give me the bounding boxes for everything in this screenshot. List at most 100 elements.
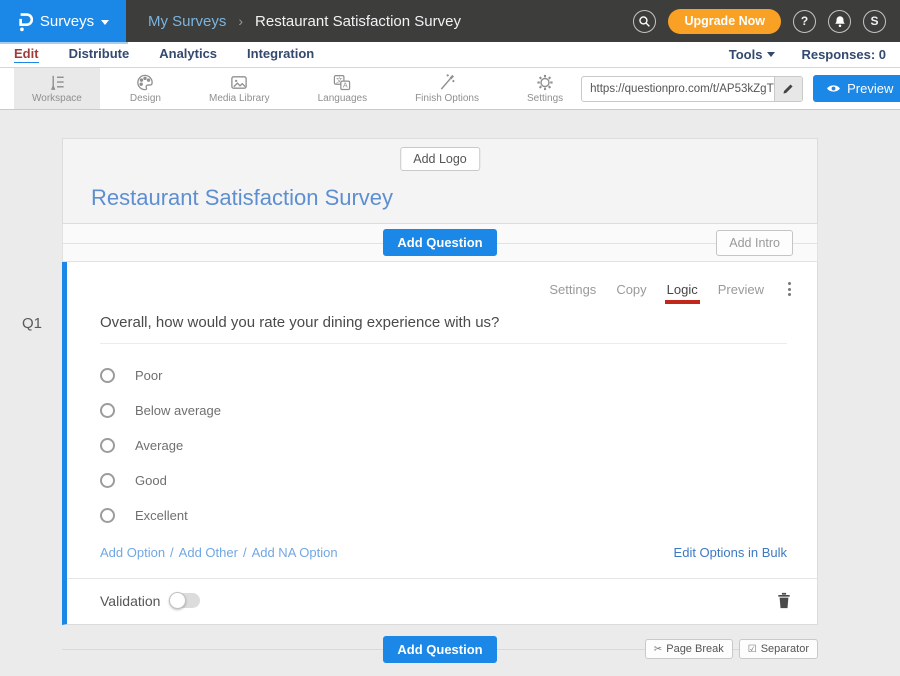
option-label[interactable]: Below average [135, 403, 221, 418]
eye-icon [826, 83, 841, 94]
toolbar-item-finish-options[interactable]: Finish Options [397, 68, 497, 109]
option-label[interactable]: Average [135, 438, 183, 453]
question-action-settings[interactable]: Settings [549, 282, 596, 297]
radio-icon[interactable] [100, 368, 115, 383]
delete-question-button[interactable] [777, 592, 791, 609]
radio-icon[interactable] [100, 508, 115, 523]
responses-count[interactable]: Responses: 0 [801, 47, 886, 62]
separator-icon: ☑ [748, 644, 757, 655]
question-action-copy[interactable]: Copy [616, 282, 646, 297]
question-number: Q1 [22, 315, 42, 332]
option-label[interactable]: Poor [135, 368, 162, 383]
product-switcher[interactable]: Surveys [0, 0, 126, 42]
trash-icon [777, 592, 791, 609]
bell-icon [834, 15, 846, 28]
wand-icon [437, 73, 457, 92]
product-name: Surveys [40, 13, 94, 30]
breadcrumb-separator: › [238, 13, 243, 29]
workspace-icon [47, 73, 67, 92]
separator-button[interactable]: ☑ Separator [739, 639, 818, 659]
edit-options-in-bulk-link[interactable]: Edit Options in Bulk [674, 545, 787, 560]
toolbar-item-workspace[interactable]: Workspace [14, 68, 100, 109]
palette-icon [135, 73, 155, 92]
translate-icon: 文 A [332, 73, 352, 92]
option-label[interactable]: Excellent [135, 508, 188, 523]
tab-edit[interactable]: Edit [14, 46, 39, 63]
radio-icon[interactable] [100, 473, 115, 488]
page-break-label: Page Break [666, 643, 723, 655]
option-label[interactable]: Good [135, 473, 167, 488]
radio-icon[interactable] [100, 438, 115, 453]
toggle-knob [169, 592, 186, 609]
question-action-logic[interactable]: Logic [667, 282, 698, 297]
question-action-preview[interactable]: Preview [718, 282, 764, 297]
survey-title[interactable]: Restaurant Satisfaction Survey [91, 185, 393, 211]
toolbar-item-languages[interactable]: 文 A Languages [300, 68, 386, 109]
radio-icon[interactable] [100, 403, 115, 418]
tools-label: Tools [729, 47, 763, 62]
chevron-down-icon [101, 20, 109, 25]
answer-option-row[interactable]: Below average [100, 393, 817, 428]
answer-options: Poor Below average Average Good Excellen… [100, 358, 817, 533]
footer-insert-buttons: ✂ Page Break ☑ Separator [645, 639, 818, 659]
link-separator: / [170, 545, 174, 560]
toolbar-item-settings[interactable]: Settings [509, 68, 581, 109]
preview-button[interactable]: Preview [813, 75, 900, 102]
breadcrumb-my-surveys[interactable]: My Surveys [148, 13, 226, 30]
answer-option-row[interactable]: Good [100, 463, 817, 498]
question-actions: Settings Copy Logic Preview [67, 262, 817, 298]
add-intro-button[interactable]: Add Intro [716, 230, 793, 256]
page-title: Restaurant Satisfaction Survey [255, 13, 461, 30]
tab-distribute[interactable]: Distribute [69, 46, 130, 63]
add-option-link[interactable]: Add Option [100, 545, 165, 560]
answer-option-row[interactable]: Excellent [100, 498, 817, 533]
edit-url-button[interactable] [774, 77, 802, 101]
toolbar-item-label: Workspace [32, 93, 82, 104]
validation-toggle[interactable] [170, 593, 200, 608]
tab-analytics[interactable]: Analytics [159, 46, 217, 63]
help-icon: ? [801, 14, 808, 28]
tools-dropdown[interactable]: Tools [729, 47, 776, 62]
add-question-button-bottom[interactable]: Add Question [383, 636, 496, 663]
toolbar-item-media-library[interactable]: Media Library [191, 68, 288, 109]
survey-url-box: https://questionpro.com/t/AP53kZgTW [581, 76, 803, 102]
pencil-icon [782, 82, 795, 95]
add-logo-button[interactable]: Add Logo [400, 147, 480, 171]
option-tools-row: Add Option / Add Other / Add NA Option E… [100, 545, 787, 560]
avatar[interactable]: S [863, 10, 886, 33]
breadcrumb: My Surveys › Restaurant Satisfaction Sur… [148, 13, 461, 30]
question-card: Settings Copy Logic Preview Overall, how… [62, 262, 818, 625]
toolbar-item-label: Settings [527, 93, 563, 104]
answer-option-row[interactable]: Poor [100, 358, 817, 393]
add-question-button-top[interactable]: Add Question [383, 229, 496, 256]
question-text[interactable]: Overall, how would you rate your dining … [100, 314, 787, 344]
tab-integration[interactable]: Integration [247, 46, 314, 63]
toolbar-right: https://questionpro.com/t/AP53kZgTW Prev… [581, 68, 900, 109]
nav-right: Tools Responses: 0 [729, 47, 886, 62]
topbar-actions: Upgrade Now ? S [633, 9, 886, 34]
survey-header-panel: Add Logo Restaurant Satisfaction Survey [62, 138, 818, 224]
page-break-button[interactable]: ✂ Page Break [645, 639, 733, 659]
help-button[interactable]: ? [793, 10, 816, 33]
toolbar-item-label: Design [130, 93, 161, 104]
add-other-link[interactable]: Add Other [179, 545, 238, 560]
more-options-icon[interactable] [784, 280, 795, 298]
answer-option-row[interactable]: Average [100, 428, 817, 463]
search-icon [638, 15, 651, 28]
nav-tabs: Edit Distribute Analytics Integration [14, 46, 314, 63]
toolbar-item-design[interactable]: Design [112, 68, 179, 109]
toolbar-item-label: Languages [318, 93, 368, 104]
add-na-option-link[interactable]: Add NA Option [252, 545, 338, 560]
search-button[interactable] [633, 10, 656, 33]
questionpro-logo-icon [17, 11, 33, 32]
avatar-initial: S [870, 14, 878, 28]
notifications-button[interactable] [828, 10, 851, 33]
separator-label: Separator [761, 643, 809, 655]
add-question-row-top: Add Question Add Intro [62, 224, 818, 262]
survey-url-input[interactable]: https://questionpro.com/t/AP53kZgTW [582, 77, 774, 101]
upgrade-now-button[interactable]: Upgrade Now [668, 9, 781, 34]
svg-text:A: A [343, 82, 348, 90]
gear-icon [535, 73, 555, 92]
toolbar-item-label: Finish Options [415, 93, 479, 104]
image-icon [229, 73, 249, 92]
